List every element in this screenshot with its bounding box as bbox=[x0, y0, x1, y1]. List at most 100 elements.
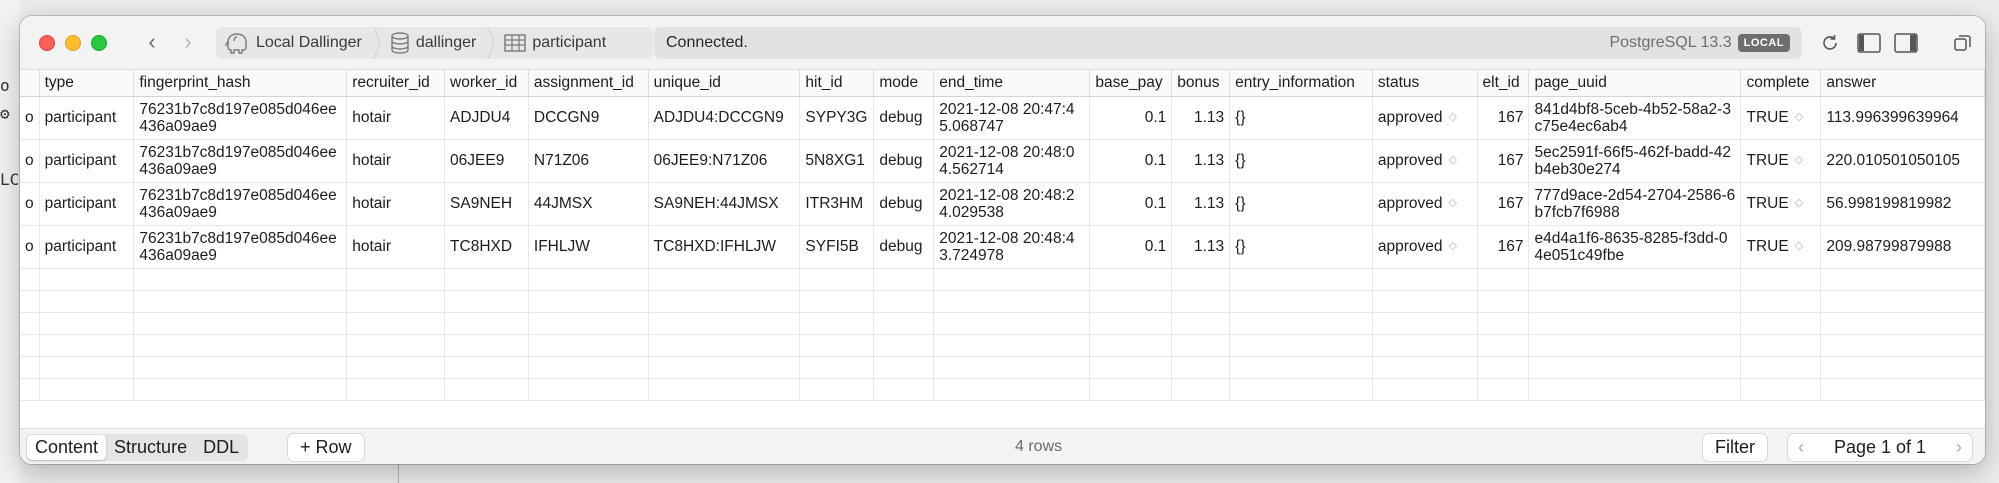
add-row-button[interactable]: + Row bbox=[288, 434, 364, 461]
column-header-bonus[interactable]: bonus bbox=[1171, 70, 1231, 97]
next-page-icon[interactable]: › bbox=[1946, 437, 1972, 458]
table-cell-rowmarker[interactable]: o bbox=[20, 96, 40, 140]
table-cell-assignment_id[interactable]: N71Z06 bbox=[528, 139, 649, 183]
table-row[interactable]: o participant 76231b7c8d197e085d046ee436a0… bbox=[20, 225, 1985, 269]
table-cell-answer[interactable]: 220.010501050105 bbox=[1820, 139, 1985, 183]
dropdown-stepper-icon[interactable]: ◇ bbox=[1449, 195, 1457, 212]
forward-chevron-icon[interactable]: › bbox=[176, 30, 200, 56]
column-header-elt_id[interactable]: elt_id bbox=[1477, 70, 1530, 97]
table-cell-mode[interactable]: debug bbox=[873, 225, 935, 269]
table-cell-base_pay[interactable]: 0.1 bbox=[1089, 182, 1173, 226]
table-cell-page_uuid[interactable]: 841d4bf8-5ceb-4b52-58a2-3c75e4ec6ab4 bbox=[1528, 96, 1742, 140]
table-cell-bonus[interactable]: 1.13 bbox=[1171, 182, 1231, 226]
table-cell-status[interactable]: approved ◇ bbox=[1372, 225, 1478, 269]
table-cell-answer[interactable]: 56.998199819982 bbox=[1820, 182, 1985, 226]
table-cell-type[interactable]: participant bbox=[39, 139, 135, 183]
table-cell-recruiter_id[interactable]: hotair bbox=[346, 96, 446, 140]
breadcrumb-connection[interactable]: Local Dallinger bbox=[216, 27, 372, 59]
column-header-complete[interactable]: complete bbox=[1740, 70, 1822, 97]
table-cell-type[interactable]: participant bbox=[39, 182, 135, 226]
table-cell-status[interactable]: approved ◇ bbox=[1372, 182, 1478, 226]
table-cell-elt_id[interactable]: 167 bbox=[1477, 225, 1530, 269]
table-cell-entry_information[interactable]: {} bbox=[1229, 225, 1373, 269]
table-cell-end_time[interactable]: 2021-12-08 20:48:24.029538 bbox=[933, 182, 1091, 226]
dropdown-stepper-icon[interactable]: ◇ bbox=[1795, 152, 1803, 169]
table-cell-complete[interactable]: TRUE ◇ bbox=[1740, 182, 1822, 226]
table-cell-end_time[interactable]: 2021-12-08 20:48:04.562714 bbox=[933, 139, 1091, 183]
table-cell-rowmarker[interactable]: o bbox=[20, 139, 40, 183]
close-window-button[interactable] bbox=[39, 35, 55, 51]
column-header-hit_id[interactable]: hit_id bbox=[799, 70, 875, 97]
table-cell-worker_id[interactable]: SA9NEH bbox=[444, 182, 529, 226]
table-cell-assignment_id[interactable]: 44JMSX bbox=[528, 182, 649, 226]
table-cell-hit_id[interactable]: SYFI5B bbox=[799, 225, 875, 269]
dropdown-stepper-icon[interactable]: ◇ bbox=[1449, 152, 1457, 169]
table-cell-hit_id[interactable]: SYPY3G bbox=[799, 96, 875, 140]
table-cell-complete[interactable]: TRUE ◇ bbox=[1740, 96, 1822, 140]
table-cell-fingerprint_hash[interactable]: 76231b7c8d197e085d046ee436a09ae9 bbox=[133, 96, 348, 140]
table-cell-fingerprint_hash[interactable]: 76231b7c8d197e085d046ee436a09ae9 bbox=[133, 139, 348, 183]
column-header-assignment_id[interactable]: assignment_id bbox=[528, 70, 649, 97]
table-cell-elt_id[interactable]: 167 bbox=[1477, 96, 1530, 140]
tab-content[interactable]: Content bbox=[27, 435, 107, 460]
table-cell-recruiter_id[interactable]: hotair bbox=[346, 225, 446, 269]
table-cell-mode[interactable]: debug bbox=[873, 182, 935, 226]
table-cell-fingerprint_hash[interactable]: 76231b7c8d197e085d046ee436a09ae9 bbox=[133, 182, 348, 226]
table-cell-elt_id[interactable]: 167 bbox=[1477, 139, 1530, 183]
table-cell-end_time[interactable]: 2021-12-08 20:48:43.724978 bbox=[933, 225, 1091, 269]
table-cell-base_pay[interactable]: 0.1 bbox=[1089, 96, 1173, 140]
table-cell-assignment_id[interactable]: DCCGN9 bbox=[528, 96, 649, 140]
table-cell-type[interactable]: participant bbox=[39, 225, 135, 269]
column-header-type[interactable]: type bbox=[39, 70, 135, 97]
table-row[interactable]: o participant 76231b7c8d197e085d046ee436a0… bbox=[20, 182, 1985, 226]
table-cell-bonus[interactable]: 1.13 bbox=[1171, 139, 1231, 183]
table-cell-unique_id[interactable]: SA9NEH:44JMSX bbox=[648, 182, 801, 226]
table-cell-answer[interactable]: 113.996399639964 bbox=[1820, 96, 1985, 140]
breadcrumb-table[interactable]: participant bbox=[496, 27, 616, 59]
table-cell-elt_id[interactable]: 167 bbox=[1477, 182, 1530, 226]
table-cell-unique_id[interactable]: 06JEE9:N71Z06 bbox=[648, 139, 801, 183]
table-cell-recruiter_id[interactable]: hotair bbox=[346, 139, 446, 183]
dropdown-stepper-icon[interactable]: ◇ bbox=[1449, 238, 1457, 255]
table-cell-type[interactable]: participant bbox=[39, 96, 135, 140]
column-header-status[interactable]: status bbox=[1372, 70, 1478, 97]
table-cell-assignment_id[interactable]: IFHLJW bbox=[528, 225, 649, 269]
column-header-base_pay[interactable]: base_pay bbox=[1089, 70, 1173, 97]
column-header-recruiter_id[interactable]: recruiter_id bbox=[346, 70, 446, 97]
column-header-unique_id[interactable]: unique_id bbox=[648, 70, 801, 97]
table-cell-unique_id[interactable]: ADJDU4:DCCGN9 bbox=[648, 96, 801, 140]
table-cell-rowmarker[interactable]: o bbox=[20, 225, 40, 269]
table-row[interactable]: o participant 76231b7c8d197e085d046ee436a0… bbox=[20, 139, 1985, 183]
column-header-page_uuid[interactable]: page_uuid bbox=[1528, 70, 1742, 97]
table-cell-mode[interactable]: debug bbox=[873, 96, 935, 140]
table-cell-mode[interactable]: debug bbox=[873, 139, 935, 183]
filter-button[interactable]: Filter bbox=[1703, 434, 1767, 461]
zoom-window-button[interactable] bbox=[91, 35, 107, 51]
table-cell-worker_id[interactable]: ADJDU4 bbox=[444, 96, 529, 140]
data-grid[interactable]: type fingerprint_hash recruiter_id worker_i… bbox=[20, 70, 1985, 428]
table-cell-status[interactable]: approved ◇ bbox=[1372, 139, 1478, 183]
table-cell-worker_id[interactable]: TC8HXD bbox=[444, 225, 529, 269]
table-cell-entry_information[interactable]: {} bbox=[1229, 96, 1373, 140]
table-cell-base_pay[interactable]: 0.1 bbox=[1089, 139, 1173, 183]
previous-page-icon[interactable]: ‹ bbox=[1788, 437, 1814, 458]
table-cell-answer[interactable]: 209.98799879988 bbox=[1820, 225, 1985, 269]
table-cell-end_time[interactable]: 2021-12-08 20:47:45.068747 bbox=[933, 96, 1091, 140]
back-chevron-icon[interactable]: ‹ bbox=[140, 30, 164, 56]
column-header-answer[interactable]: answer bbox=[1820, 70, 1985, 97]
table-cell-page_uuid[interactable]: 777d9ace-2d54-2704-2586-6b7fcb7f6988 bbox=[1528, 182, 1742, 226]
column-header-rowmarker[interactable] bbox=[20, 70, 40, 97]
column-header-entry_information[interactable]: entry_information bbox=[1229, 70, 1373, 97]
dropdown-stepper-icon[interactable]: ◇ bbox=[1795, 195, 1803, 212]
dropdown-stepper-icon[interactable]: ◇ bbox=[1795, 109, 1803, 126]
tab-structure[interactable]: Structure bbox=[106, 435, 195, 460]
breadcrumb-database[interactable]: dallinger bbox=[382, 27, 486, 59]
table-cell-page_uuid[interactable]: 5ec2591f-66f5-462f-badd-42b4eb30e274 bbox=[1528, 139, 1742, 183]
table-cell-status[interactable]: approved ◇ bbox=[1372, 96, 1478, 140]
table-cell-bonus[interactable]: 1.13 bbox=[1171, 96, 1231, 140]
column-header-mode[interactable]: mode bbox=[873, 70, 935, 97]
table-row[interactable]: o participant 76231b7c8d197e085d046ee436a0… bbox=[20, 96, 1985, 140]
column-header-worker_id[interactable]: worker_id bbox=[444, 70, 529, 97]
table-cell-base_pay[interactable]: 0.1 bbox=[1089, 225, 1173, 269]
table-cell-unique_id[interactable]: TC8HXD:IFHLJW bbox=[648, 225, 801, 269]
